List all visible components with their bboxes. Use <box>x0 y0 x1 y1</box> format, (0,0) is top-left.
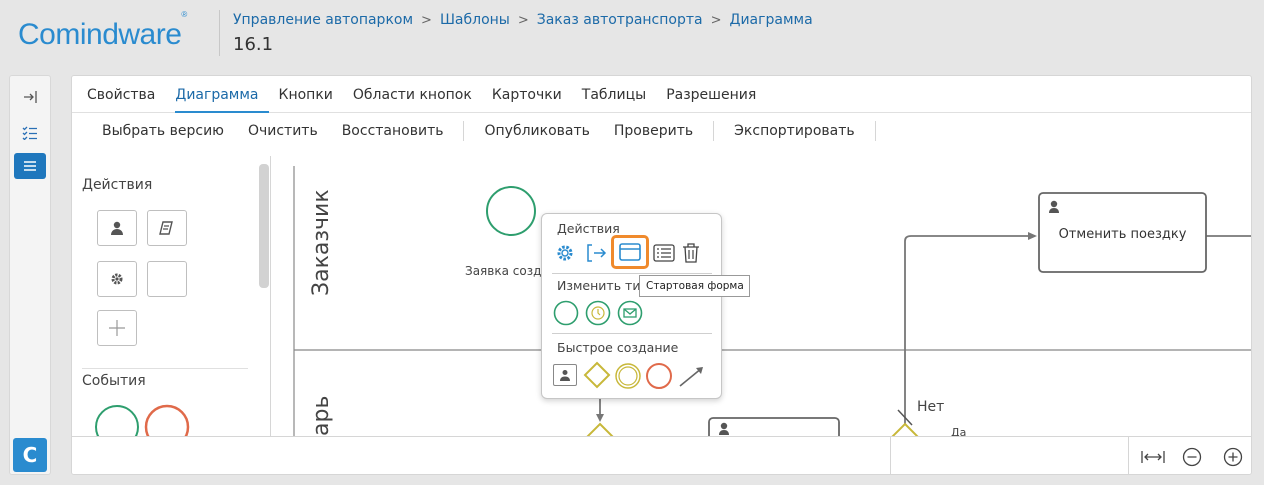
footer-divider <box>890 437 891 474</box>
diagram-toolbar: Выбрать версию Очистить Восстановить Опу… <box>90 118 884 144</box>
comindware-logo[interactable]: Comindware® <box>18 10 187 52</box>
diagram-canvas[interactable]: Заказчик арь Заявка созд Отменить поездк… <box>270 156 1251 436</box>
diagram-svg <box>293 166 1251 436</box>
gateway-no-label: Нет <box>917 399 945 415</box>
publish-button[interactable]: Опубликовать <box>472 123 601 139</box>
lane-second-label: арь <box>309 395 334 436</box>
palette-empty-task[interactable] <box>147 261 187 297</box>
gateway-decision[interactable] <box>890 422 920 436</box>
quick-create-intermediate-event[interactable] <box>614 362 642 390</box>
start-form-tooltip: Стартовая форма <box>639 275 750 297</box>
popup-divider <box>552 273 712 274</box>
breadcrumb: Управление автопарком > Шаблоны > Заказ … <box>233 12 813 28</box>
palette-actions-title: Действия <box>82 177 153 193</box>
breadcrumb-item-fleet[interactable]: Управление автопарком <box>233 12 413 28</box>
list-icon[interactable] <box>652 242 676 264</box>
breadcrumb-separator: > <box>710 12 722 28</box>
clear-button[interactable]: Очистить <box>236 123 330 139</box>
toolbar-separator <box>874 121 876 141</box>
palette-add-button[interactable] <box>97 310 137 346</box>
toolbar-separator <box>463 121 465 141</box>
script-icon <box>159 221 173 235</box>
gateway-lower[interactable] <box>585 422 615 436</box>
export-button[interactable]: Экспортировать <box>722 123 866 139</box>
quick-create-user-task[interactable] <box>553 364 577 386</box>
select-version-button[interactable]: Выбрать версию <box>90 123 236 139</box>
popup-divider <box>552 333 712 334</box>
restore-button[interactable]: Восстановить <box>330 123 456 139</box>
palette-script-task[interactable] <box>147 210 187 246</box>
task-cancel-label: Отменить поездку <box>1058 227 1187 242</box>
tab-button-areas[interactable]: Области кнопок <box>353 76 482 113</box>
message-event-type-icon[interactable] <box>617 300 643 326</box>
start-event-type-icon[interactable] <box>553 300 579 326</box>
palette-scrollbar[interactable] <box>259 164 269 288</box>
validate-button[interactable]: Проверить <box>602 123 705 139</box>
breadcrumb-item-diagram[interactable]: Диаграмма <box>730 12 813 28</box>
element-context-popup: Действия Изменить ти Быстрое создание <box>541 213 722 399</box>
breadcrumb-item-order[interactable]: Заказ автотранспорта <box>537 12 703 28</box>
plus-icon <box>109 320 125 336</box>
tab-tables[interactable]: Таблицы <box>582 76 656 113</box>
arrow-head <box>596 414 604 422</box>
header-divider <box>219 10 220 56</box>
palette-service-task[interactable] <box>97 261 137 297</box>
transition-out-icon[interactable] <box>586 242 608 264</box>
gateway-yes-label: Да <box>951 426 967 436</box>
element-palette: Действия События <box>72 156 270 444</box>
tab-diagram[interactable]: Диаграмма <box>175 76 269 113</box>
settings-gear-icon[interactable] <box>554 242 576 264</box>
lane-customer-label: Заказчик <box>309 189 334 296</box>
quick-create-end-event[interactable] <box>645 362 673 390</box>
zoom-in-icon[interactable] <box>1220 445 1246 469</box>
tab-buttons[interactable]: Кнопки <box>279 76 343 113</box>
start-event[interactable] <box>486 186 536 236</box>
popup-change-type-title: Изменить ти <box>557 278 641 293</box>
app-logo-icon[interactable]: C <box>13 438 47 472</box>
version-number: 16.1 <box>233 34 274 55</box>
palette-user-task[interactable] <box>97 210 137 246</box>
fit-width-icon[interactable] <box>1140 445 1166 469</box>
arrow-head <box>1028 232 1037 240</box>
popup-quick-create-title: Быстрое создание <box>557 340 679 355</box>
quick-create-connector-icon[interactable] <box>677 362 707 390</box>
user-icon <box>111 221 123 235</box>
zoom-out-icon[interactable] <box>1179 445 1205 469</box>
canvas-footer <box>72 436 1251 474</box>
popup-actions-title: Действия <box>557 221 620 236</box>
breadcrumb-separator: > <box>517 12 529 28</box>
tab-permissions[interactable]: Разрешения <box>666 76 766 113</box>
breadcrumb-item-templates[interactable]: Шаблоны <box>440 12 510 28</box>
trash-icon[interactable] <box>680 242 702 264</box>
toolbar-separator <box>713 121 715 141</box>
tab-cards[interactable]: Карточки <box>492 76 572 113</box>
menu-list-icon[interactable] <box>14 153 46 179</box>
left-rail: C <box>9 75 51 475</box>
tab-properties[interactable]: Свойства <box>87 76 165 113</box>
timer-event-type-icon[interactable] <box>585 300 611 326</box>
tab-bar: Свойства Диаграмма Кнопки Области кнопок… <box>72 76 1251 113</box>
start-event-label: Заявка созд <box>465 264 542 278</box>
checklist-icon[interactable] <box>14 120 46 146</box>
footer-divider <box>1128 437 1129 474</box>
start-form-icon[interactable] <box>611 235 649 269</box>
user-icon <box>560 370 570 381</box>
expand-panel-icon[interactable] <box>14 84 46 110</box>
gear-icon <box>111 273 123 285</box>
palette-events-title: События <box>82 373 146 389</box>
palette-divider <box>82 368 248 369</box>
breadcrumb-separator: > <box>421 12 432 28</box>
quick-create-gateway[interactable] <box>582 361 612 389</box>
